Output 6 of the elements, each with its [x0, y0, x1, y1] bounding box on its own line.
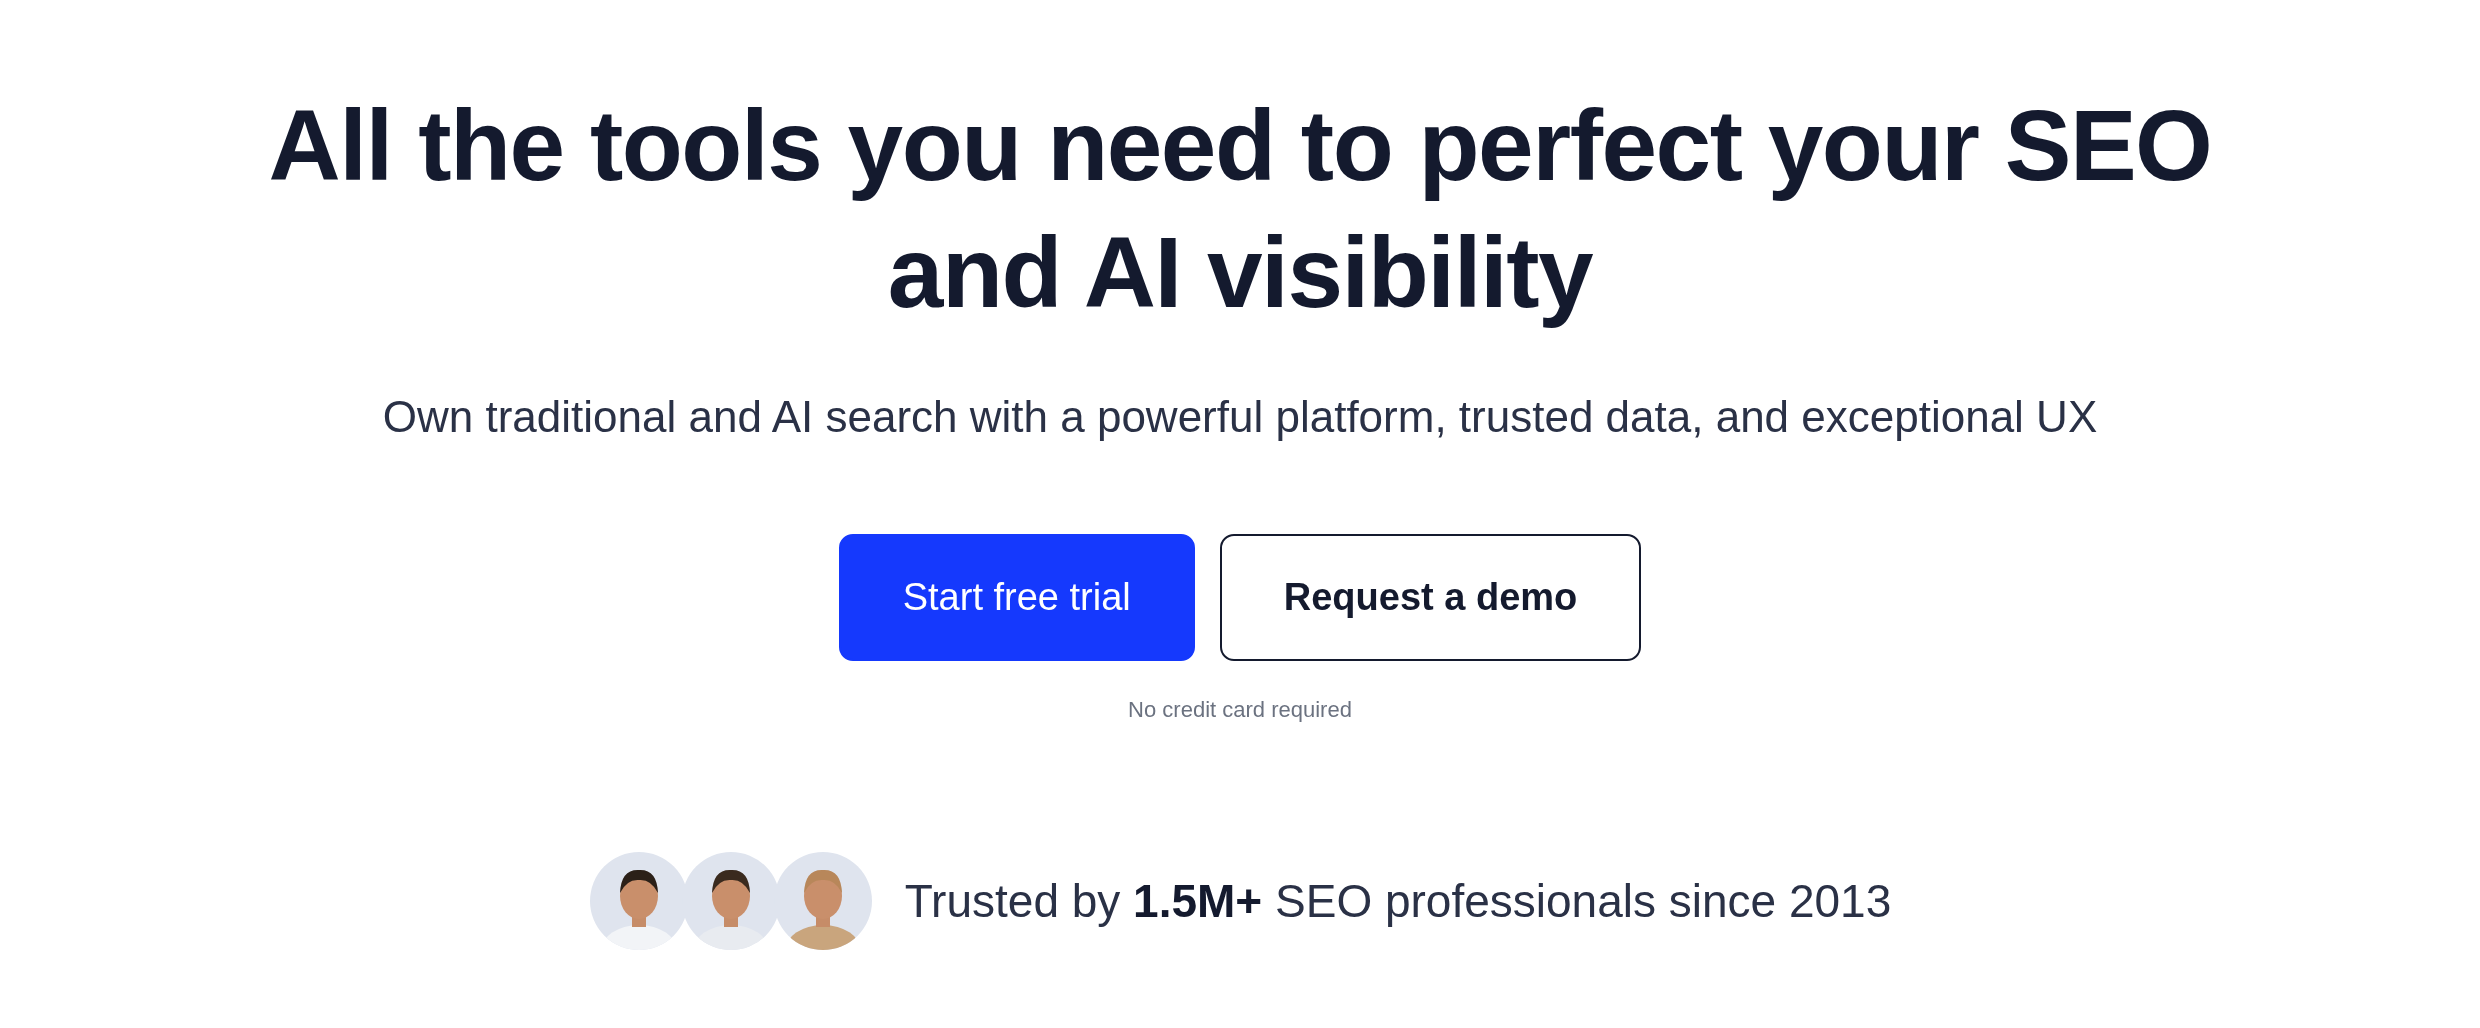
request-demo-button[interactable]: Request a demo: [1219, 534, 1642, 661]
note-text: No credit card required: [1128, 697, 1352, 723]
start-trial-button[interactable]: Start free trial: [838, 534, 1195, 661]
subtitle: Own traditional and AI search with a powerful platform, trusted data, and exceptional UX: [382, 392, 2098, 442]
trust-text: Trusted by 1.5M+ SEO professionals since 2013: [904, 874, 1892, 928]
headline: All the tools you need to perfect your SEO and AI visibility: [268, 88, 2212, 330]
